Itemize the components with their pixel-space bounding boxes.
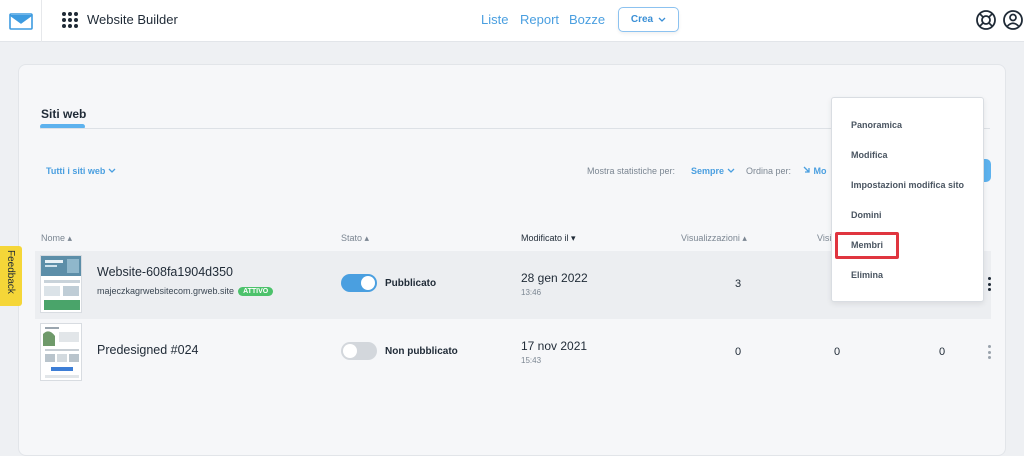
column-header-status[interactable]: Stato ▴ — [341, 233, 369, 244]
feedback-label: Feedback — [5, 250, 16, 294]
menu-item-panoramica[interactable]: Panoramica — [851, 120, 902, 130]
site-thumbnail[interactable] — [40, 255, 82, 313]
site-thumbnail[interactable] — [40, 323, 82, 381]
column-header-modified[interactable]: Modificato il ▾ — [521, 233, 576, 244]
visits-count: 0 — [834, 346, 841, 358]
create-button-label: Crea — [630, 14, 654, 25]
chevron-down-icon — [658, 17, 666, 22]
apps-grid-icon[interactable] — [62, 12, 78, 28]
site-filter-label: Tutti i siti web — [46, 166, 106, 176]
help-lifebuoy-icon[interactable] — [975, 9, 997, 31]
modified-time: 15:43 — [521, 356, 542, 365]
menu-item-impostazioni[interactable]: Impostazioni modifica sito — [851, 180, 964, 190]
menu-item-modifica[interactable]: Modifica — [851, 150, 888, 160]
site-name[interactable]: Predesigned #024 — [97, 343, 198, 357]
stats-period-dropdown[interactable]: Sempre — [691, 166, 735, 176]
highlight-box — [835, 232, 899, 259]
sort-up-icon: ▴ — [742, 233, 747, 243]
column-header-visits[interactable]: Visi — [817, 233, 831, 243]
column-header-modified-label: Modificato il — [521, 233, 569, 243]
site-url-text[interactable]: majeczkagrwebsitecom.grweb.site — [97, 286, 234, 296]
site-url: majeczkagrwebsitecom.grweb.site ATTIVO — [97, 286, 274, 296]
column-header-views[interactable]: Visualizzazioni ▴ — [681, 233, 747, 244]
chevron-down-icon — [727, 168, 735, 173]
toggle-knob — [343, 344, 357, 358]
menu-item-domini[interactable]: Domini — [851, 210, 882, 220]
views-count: 3 — [735, 278, 742, 290]
publish-toggle[interactable] — [341, 274, 377, 292]
column-header-status-label: Stato — [341, 233, 363, 243]
site-actions-menu: Panoramica Modifica Impostazioni modific… — [831, 97, 984, 302]
publish-status: Non pubblicato — [385, 346, 458, 357]
getresponse-logo[interactable] — [0, 0, 42, 42]
column-header-visits-label: Visi — [817, 233, 832, 243]
stat-count: 0 — [939, 346, 946, 358]
nav-report[interactable]: Report — [520, 12, 559, 27]
column-header-name[interactable]: Nome ▴ — [41, 233, 72, 244]
more-options-icon[interactable] — [988, 277, 992, 291]
column-header-views-label: Visualizzazioni — [681, 233, 740, 243]
top-bar: Website Builder Liste Report Bozze Crea — [0, 0, 1024, 42]
stats-period-value: Sempre — [691, 166, 725, 176]
site-filter-dropdown[interactable]: Tutti i siti web — [46, 166, 116, 176]
chevron-down-icon — [108, 168, 116, 173]
sort-value: Mo — [813, 166, 827, 176]
nav-liste[interactable]: Liste — [481, 12, 508, 27]
publish-toggle[interactable] — [341, 342, 377, 360]
modified-time: 13:46 — [521, 288, 542, 297]
sort-arrow-icon — [803, 166, 810, 173]
sort-dropdown[interactable]: Mo — [803, 166, 827, 176]
publish-status: Pubblicato — [385, 278, 437, 289]
nav-bozze[interactable]: Bozze — [569, 12, 605, 27]
user-account-icon[interactable] — [1002, 9, 1024, 31]
toggle-knob — [361, 276, 375, 290]
views-count: 0 — [735, 346, 742, 358]
feedback-tab[interactable]: Feedback — [0, 246, 22, 306]
modified-date: 28 gen 2022 — [521, 271, 588, 285]
column-header-name-label: Nome — [41, 233, 66, 243]
site-name[interactable]: Website-608fa1904d350 — [97, 265, 233, 279]
sort-down-icon: ▾ — [571, 233, 576, 243]
envelope-icon — [8, 12, 33, 30]
more-options-icon[interactable] — [988, 345, 992, 359]
stats-period-label: Mostra statistiche per: — [587, 166, 676, 176]
sort-up-icon: ▴ — [364, 233, 370, 243]
app-title: Website Builder — [87, 12, 178, 27]
create-button[interactable]: Crea — [618, 7, 679, 32]
status-badge: ATTIVO — [238, 287, 274, 296]
sort-up-icon: ▴ — [67, 233, 73, 243]
table-row[interactable]: Predesigned #024 Non pubblicato 17 nov 2… — [35, 319, 991, 387]
sort-label: Ordina per: — [746, 166, 792, 176]
menu-item-elimina[interactable]: Elimina — [851, 270, 883, 280]
tab-siti-web[interactable]: Siti web — [41, 107, 86, 121]
modified-date: 17 nov 2021 — [521, 339, 588, 353]
